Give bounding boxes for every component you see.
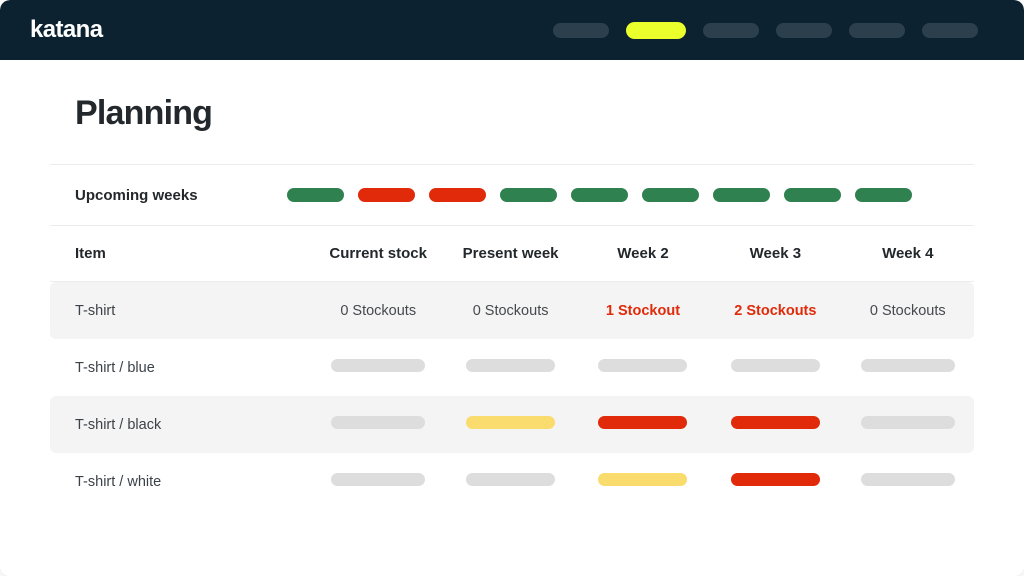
- upcoming-week-pill-4[interactable]: [500, 188, 557, 202]
- cell-week-2: [577, 339, 709, 396]
- app-window: katana Planning Upcoming weeks Item Curr…: [0, 0, 1024, 576]
- cell-week-2: 1 Stockout: [576, 281, 710, 339]
- column-header-week-4[interactable]: Week 4: [841, 226, 974, 282]
- upcoming-week-pill-1[interactable]: [287, 188, 344, 202]
- cell-present-week: [444, 396, 577, 453]
- row-item-label: T-shirt / white: [75, 473, 162, 490]
- upcoming-week-pill-3[interactable]: [429, 188, 486, 202]
- cell-week-2: [577, 453, 709, 510]
- upcoming-weeks-pills: [287, 188, 912, 202]
- stock-bar: [730, 359, 820, 372]
- stock-bar: [331, 359, 426, 372]
- upcoming-week-pill-2[interactable]: [358, 188, 415, 202]
- stock-bar: [860, 416, 955, 429]
- cell-current-stock: [312, 453, 444, 510]
- row-item-label: T-shirt / black: [50, 396, 312, 453]
- row-item-label: T-shirt / blue: [75, 359, 155, 376]
- stockout-value: 0 Stockouts: [869, 302, 946, 319]
- upcoming-week-pill-9[interactable]: [855, 188, 912, 202]
- stockout-value-alert: 2 Stockouts: [734, 302, 817, 319]
- cell-week-4: [842, 339, 974, 396]
- upcoming-week-pill-8[interactable]: [784, 188, 841, 202]
- stockout-value-alert: 1 Stockout: [605, 302, 681, 319]
- cell-week-4: [842, 453, 974, 510]
- stock-bar-critical: [730, 473, 820, 486]
- stockout-value: 0 Stockouts: [340, 302, 417, 319]
- table-row[interactable]: T-shirt 0 Stockouts 0 Stockouts 1 Stocko…: [50, 281, 974, 339]
- nav-pill-5[interactable]: [849, 22, 905, 38]
- cell-week-3: [709, 453, 841, 510]
- cell-week-4: 0 Stockouts: [841, 281, 974, 339]
- stock-bar: [466, 359, 556, 372]
- upcoming-weeks-label: Upcoming weeks: [75, 186, 198, 204]
- nav-pill-4[interactable]: [776, 22, 832, 38]
- upcoming-weeks-row: Upcoming weeks: [50, 164, 974, 226]
- cell-present-week: [444, 339, 576, 396]
- column-header-present-week[interactable]: Present week: [444, 226, 577, 282]
- column-header-current-stock[interactable]: Current stock: [312, 226, 445, 282]
- stock-bar: [860, 359, 955, 372]
- planning-table-head: Item Current stock Present week Week 2 W…: [50, 226, 974, 282]
- cell-current-stock: [312, 339, 444, 396]
- table-header-row: Item Current stock Present week Week 2 W…: [50, 226, 974, 282]
- upcoming-week-pill-6[interactable]: [642, 188, 699, 202]
- table-row[interactable]: T-shirt / blue: [50, 339, 974, 396]
- stock-bar-warning: [598, 473, 688, 486]
- stock-bar: [466, 473, 556, 486]
- stock-bar: [331, 416, 426, 429]
- table-row[interactable]: T-shirt / black: [50, 396, 974, 453]
- column-header-item[interactable]: Item: [50, 226, 312, 282]
- nav-pill-group: [553, 21, 978, 39]
- cell-current-stock: [312, 396, 445, 453]
- page-title: Planning: [75, 94, 213, 132]
- planning-table: Item Current stock Present week Week 2 W…: [50, 226, 974, 510]
- cell-week-3: [709, 396, 842, 453]
- nav-pill-3[interactable]: [703, 22, 759, 38]
- stockout-value: 0 Stockouts: [472, 302, 549, 319]
- upcoming-week-pill-5[interactable]: [571, 188, 628, 202]
- cell-week-2: [576, 396, 710, 453]
- top-navigation-bar: katana: [0, 0, 1024, 60]
- upcoming-week-pill-7[interactable]: [713, 188, 770, 202]
- nav-pill-1[interactable]: [553, 22, 609, 38]
- stock-bar: [598, 359, 688, 372]
- cell-week-3: [709, 339, 841, 396]
- stock-bar: [331, 473, 426, 486]
- column-header-week-3[interactable]: Week 3: [709, 226, 842, 282]
- row-item-label: T-shirt: [50, 281, 312, 339]
- column-header-week-2[interactable]: Week 2: [576, 226, 710, 282]
- cell-present-week: 0 Stockouts: [444, 281, 577, 339]
- cell-current-stock: 0 Stockouts: [312, 281, 445, 339]
- table-row[interactable]: T-shirt / white: [50, 453, 974, 510]
- planning-table-body: T-shirt 0 Stockouts 0 Stockouts 1 Stocko…: [50, 281, 974, 511]
- cell-week-4: [841, 396, 974, 453]
- stock-bar-warning: [466, 416, 556, 429]
- stock-bar: [860, 473, 955, 486]
- cell-week-3: 2 Stockouts: [709, 281, 842, 339]
- stock-bar-critical: [730, 416, 820, 429]
- stock-bar-critical: [598, 416, 688, 429]
- nav-pill-2-active[interactable]: [626, 21, 686, 39]
- cell-present-week: [444, 453, 576, 510]
- katana-logo[interactable]: katana: [30, 18, 103, 42]
- main-content: Planning Upcoming weeks Item Current sto…: [0, 60, 1024, 510]
- nav-pill-6[interactable]: [922, 22, 978, 38]
